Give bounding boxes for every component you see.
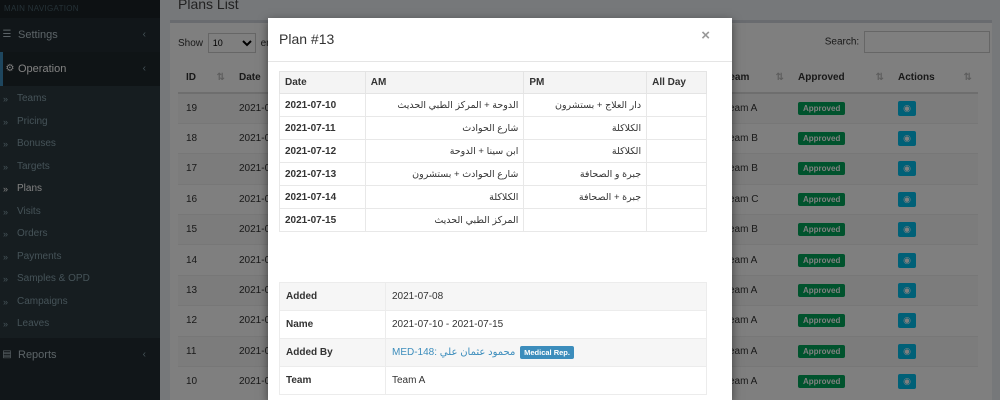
- table-row: 2021-07-10 الدوحة + المركز الطبي الحديث دا…: [279, 93, 707, 117]
- added-by-link[interactable]: MED-148: محمود عثمان علي: [392, 347, 515, 358]
- table-row: 2021-07-14 الكلاكلة جبرة + الصحافة: [279, 185, 707, 209]
- added-by-label: Added By: [279, 338, 386, 367]
- column-header-pm: PM: [523, 71, 648, 94]
- team-label: Team: [279, 366, 386, 395]
- plan-days-table: Date AM PM All Day 2021-07-10 الدوحة + ال…: [279, 71, 707, 232]
- plan-details-table: Added 2021-07-08 Name 2021-07-10 - 2021-…: [279, 282, 707, 395]
- column-header-date: Date: [279, 71, 366, 94]
- detail-row-team: Team Team A: [279, 366, 707, 395]
- table-row: 2021-07-11 شارع الحوادث الكلاكلة: [279, 116, 707, 140]
- table-row: 2021-07-12 ابن سينا + الدوحة الكلاكلة: [279, 139, 707, 163]
- column-header-all-day: All Day: [646, 71, 707, 94]
- detail-row-name: Name 2021-07-10 - 2021-07-15: [279, 310, 707, 339]
- modal-title: Plan #13: [279, 31, 335, 47]
- team-value: Team A: [385, 366, 707, 395]
- plan-modal: Plan #13 × Date AM PM All Day 2021-07-10…: [268, 18, 732, 400]
- close-button[interactable]: ×: [701, 27, 710, 44]
- modal-header: Plan #13 ×: [268, 18, 732, 62]
- added-label: Added: [279, 282, 386, 311]
- added-by-cell: MED-148: محمود عثمان علي Medical Rep.: [385, 338, 707, 367]
- table-row: 2021-07-15 المركز الطبي الحديث: [279, 208, 707, 232]
- column-header-am: AM: [364, 71, 525, 94]
- detail-row-added-by: Added By MED-148: محمود عثمان علي Medica…: [279, 338, 707, 367]
- role-badge: Medical Rep.: [520, 346, 574, 359]
- added-value: 2021-07-08: [385, 282, 707, 311]
- detail-row-added: Added 2021-07-08: [279, 282, 707, 311]
- table-row: 2021-07-13 شارع الحوادث + بستشرون جبرة و ا…: [279, 162, 707, 186]
- name-label: Name: [279, 310, 386, 339]
- close-icon: ×: [701, 27, 710, 44]
- name-value: 2021-07-10 - 2021-07-15: [385, 310, 707, 339]
- modal-body: Date AM PM All Day 2021-07-10 الدوحة + ال…: [279, 71, 707, 395]
